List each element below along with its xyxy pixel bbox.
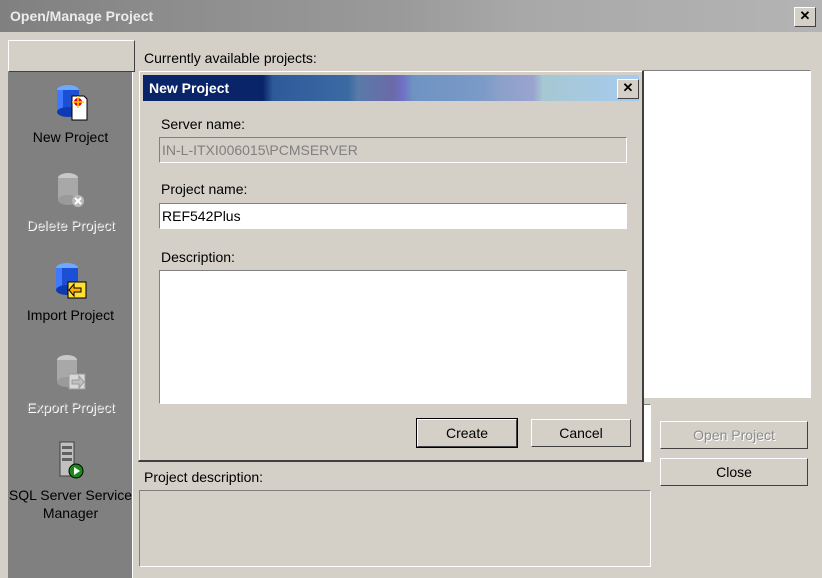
server-name-label: Server name:	[161, 116, 246, 132]
window-close-button[interactable]: ✕	[794, 7, 816, 27]
description-input[interactable]	[159, 270, 627, 404]
cancel-button[interactable]: Cancel	[531, 419, 631, 447]
delete-project-button[interactable]: Delete Project	[8, 170, 133, 234]
sql-server-service-manager-button[interactable]: SQL Server Service Manager	[8, 440, 133, 522]
new-project-label: New Project	[32, 129, 109, 145]
export-project-icon	[56, 355, 85, 390]
new-project-dialog: New Project ✕ Server name: IN-L-ITXI0060…	[138, 70, 644, 462]
delete-project-icon	[57, 173, 84, 207]
create-button[interactable]: Create	[416, 418, 518, 448]
toolbar-header	[8, 40, 135, 72]
sql-server-service-manager-icon	[59, 441, 83, 479]
open-project-button[interactable]: Open Project	[660, 421, 808, 449]
description-label: Description:	[161, 249, 235, 265]
close-button[interactable]: Close	[660, 458, 808, 486]
server-name-field: IN-L-ITXI006015\PCMSERVER	[159, 137, 627, 163]
project-name-label: Project name:	[161, 181, 248, 197]
new-project-icon	[56, 85, 87, 121]
project-name-input[interactable]: REF542Plus	[159, 203, 627, 229]
window-title: Open/Manage Project	[10, 8, 154, 24]
close-icon: ✕	[799, 8, 811, 23]
project-description-label: Project description:	[144, 469, 264, 485]
project-description-box	[139, 490, 651, 567]
window-title-bar[interactable]: Open/Manage Project ✕	[0, 0, 822, 32]
new-project-button[interactable]: New Project	[8, 82, 133, 146]
export-project-label: Export Project	[26, 399, 115, 415]
dialog-title-bar[interactable]: New Project ✕	[143, 75, 639, 101]
close-icon: ✕	[622, 80, 634, 95]
dialog-close-button[interactable]: ✕	[617, 79, 639, 99]
projects-label: Currently available projects:	[144, 50, 317, 66]
delete-project-label: Delete Project	[26, 217, 115, 233]
dialog-title: New Project	[149, 80, 230, 96]
import-project-icon	[55, 263, 86, 299]
import-project-button[interactable]: Import Project	[8, 260, 133, 324]
import-project-label: Import Project	[26, 307, 115, 323]
sql-server-service-manager-label: SQL Server Service Manager	[8, 487, 133, 521]
export-project-button[interactable]: Export Project	[8, 352, 133, 416]
